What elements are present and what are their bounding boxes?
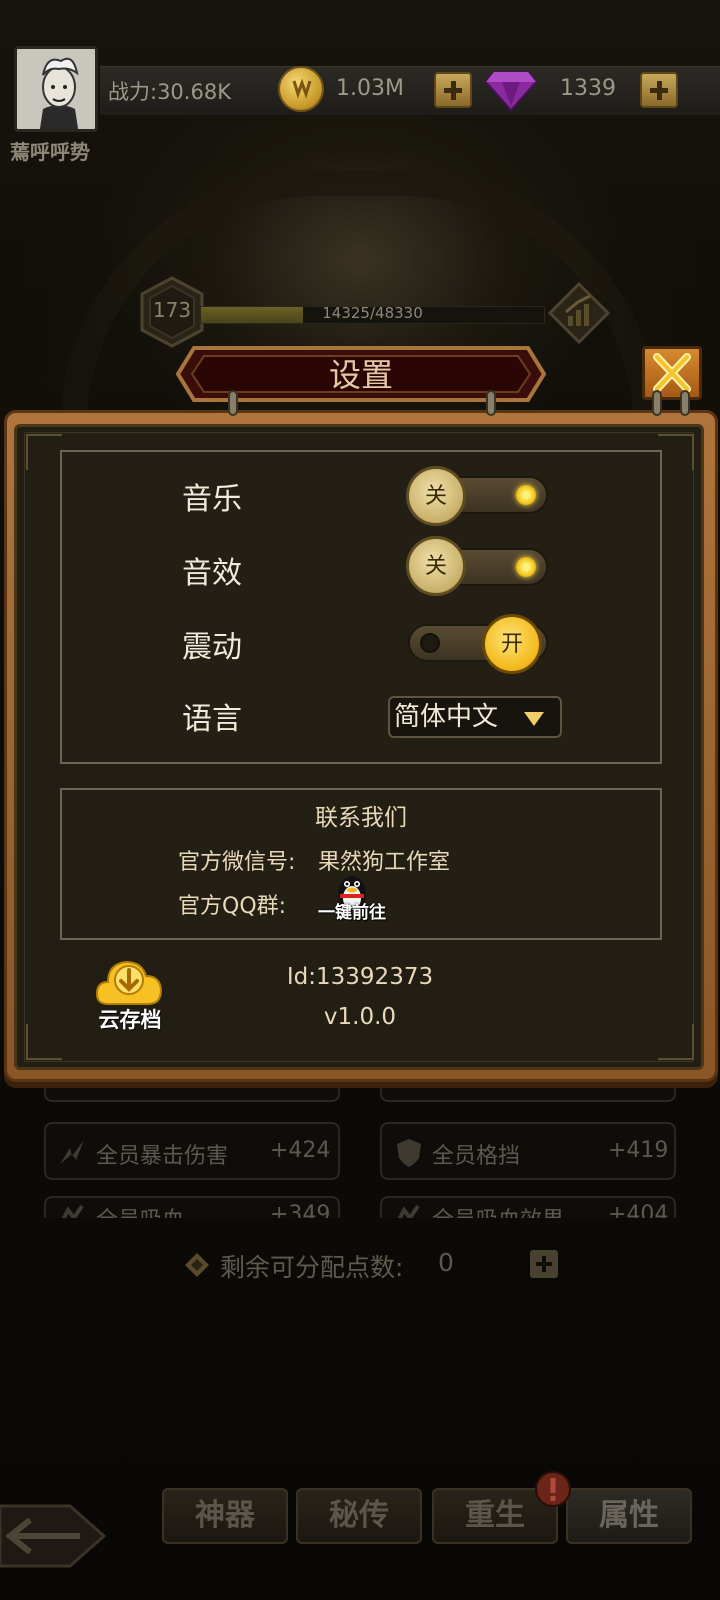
- vibration-toggle-knob[interactable]: 开: [482, 614, 542, 674]
- language-label: 语言: [182, 702, 242, 737]
- stat-card-clipped[interactable]: 全员吸血效果 +404: [380, 1196, 676, 1218]
- vibration-label: 震动: [182, 630, 242, 665]
- remaining-points-value: 0: [438, 1248, 454, 1277]
- rank-chart-icon[interactable]: [547, 281, 611, 345]
- stat-label: 全员格挡: [432, 1144, 521, 1169]
- stat-value: +424: [270, 1138, 331, 1163]
- crit-damage-icon: [60, 1140, 84, 1164]
- lifesteal-effect-icon: [397, 1204, 420, 1218]
- close-button[interactable]: [642, 346, 702, 400]
- dropdown-arrow-icon[interactable]: [524, 712, 544, 726]
- tab-secret[interactable]: 秘传: [296, 1488, 422, 1544]
- xp-text: 14325/48330: [322, 304, 423, 322]
- remaining-points-label: 剩余可分配点数:: [220, 1253, 404, 1282]
- tab-attributes[interactable]: 属性: [566, 1488, 692, 1544]
- stat-label: 全员暴击伤害: [96, 1144, 229, 1169]
- wechat-label: 官方微信号:: [178, 850, 296, 875]
- title-peg: [486, 390, 496, 416]
- contact-title: 联系我们: [315, 805, 407, 831]
- qq-label: 官方QQ群:: [178, 894, 287, 919]
- lifesteal-icon: [61, 1204, 84, 1218]
- stat-card[interactable]: 全员暴击伤害 +424: [44, 1122, 340, 1180]
- cloud-save-button[interactable]: 云存档: [94, 1004, 166, 1034]
- gem-value: 1339: [560, 76, 616, 101]
- language-value: 简体中文: [394, 702, 499, 732]
- level-number: 173: [152, 298, 192, 322]
- shield-icon: [397, 1139, 421, 1167]
- sound-effect-label: 音效: [182, 556, 242, 591]
- close-peg: [680, 390, 690, 416]
- add-gem-button[interactable]: [640, 72, 678, 108]
- toggle-indicator: [516, 485, 536, 505]
- qq-join-link[interactable]: 一键前往: [318, 898, 386, 923]
- add-gold-button[interactable]: [434, 72, 472, 108]
- corner-ornament: [26, 1024, 62, 1060]
- diamond-point-icon: [185, 1253, 209, 1277]
- stat-value: +349: [270, 1202, 331, 1218]
- power-value: 战力:30.68K: [108, 80, 231, 104]
- close-icon: [653, 353, 691, 393]
- sound-effect-toggle-knob[interactable]: 关: [406, 536, 466, 596]
- tab-artifact[interactable]: 神器: [162, 1488, 288, 1544]
- stat-value: +404: [608, 1202, 669, 1218]
- stat-card-frame: 全员吸血 +349: [44, 1196, 340, 1218]
- stat-value: +419: [608, 1138, 669, 1163]
- music-label: 音乐: [182, 482, 242, 517]
- stat-card-frame: 全员吸血效果 +404: [380, 1196, 676, 1218]
- gold-value: 1.03M: [336, 76, 404, 101]
- back-arrow-icon[interactable]: [0, 1496, 108, 1576]
- user-id: Id:13392373: [286, 964, 434, 990]
- title-peg: [228, 390, 238, 416]
- player-avatar[interactable]: [14, 46, 98, 132]
- alert-badge-icon: [535, 1471, 571, 1507]
- gem-icon: [484, 66, 538, 112]
- gold-coin-icon: [278, 66, 324, 112]
- add-points-button[interactable]: [530, 1250, 558, 1278]
- version-text: v1.0.0: [323, 1004, 397, 1030]
- stat-label: 全员吸血: [96, 1202, 184, 1218]
- player-name: 蔫呼呼势: [10, 140, 90, 164]
- toggle-indicator: [516, 557, 536, 577]
- cloud-download-icon[interactable]: [94, 954, 164, 1010]
- music-toggle-knob[interactable]: 关: [406, 466, 466, 526]
- corner-ornament: [26, 434, 62, 470]
- close-peg: [652, 390, 662, 416]
- settings-box: [60, 450, 662, 764]
- toggle-indicator: [420, 633, 440, 653]
- stat-card-clipped[interactable]: 全员吸血 +349: [44, 1196, 340, 1218]
- stat-label: 全员吸血效果: [432, 1202, 564, 1218]
- corner-ornament: [658, 434, 694, 470]
- corner-ornament: [658, 1024, 694, 1060]
- stat-card[interactable]: 全员格挡 +419: [380, 1122, 676, 1180]
